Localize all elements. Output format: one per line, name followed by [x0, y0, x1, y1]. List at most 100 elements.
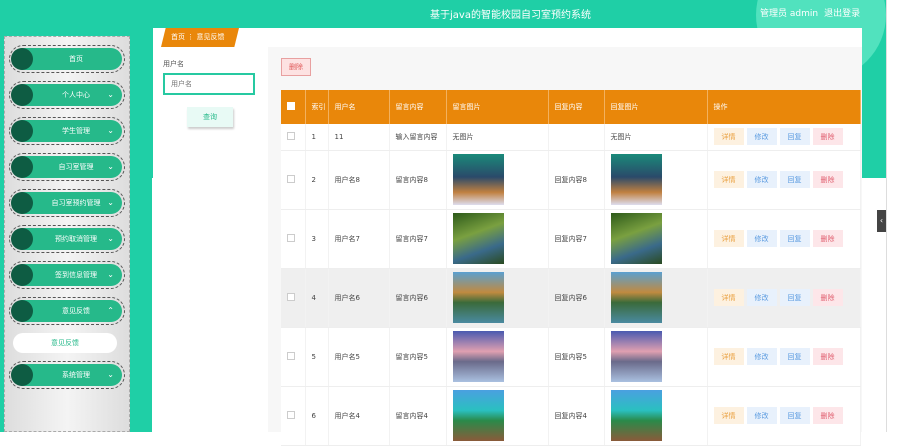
table-row: 4 用户名6 留言内容6 回复内容6 详情 修改 回复 删除: [281, 268, 861, 328]
feedback-image[interactable]: [452, 331, 504, 382]
reply-button[interactable]: 回复: [779, 407, 810, 424]
nav-pill: 意见反馈 ⌃: [11, 300, 122, 322]
col-username: 用户名: [328, 90, 390, 124]
feedback-image[interactable]: [452, 272, 504, 323]
nav-label: 意见反馈: [62, 307, 90, 315]
feedback-image[interactable]: [452, 390, 504, 441]
nav-label: 自习室预约管理: [51, 199, 101, 207]
feedback-image[interactable]: [610, 154, 662, 205]
reply-button[interactable]: 回复: [779, 348, 810, 365]
edit-button[interactable]: 修改: [746, 171, 777, 188]
batch-delete-button[interactable]: 删除: [281, 58, 311, 76]
sidebar-subitem-feedback[interactable]: 意见反馈: [13, 333, 117, 353]
reply-button[interactable]: 回复: [779, 128, 810, 146]
edit-button[interactable]: 修改: [746, 128, 777, 146]
cell-index: 3: [305, 209, 329, 269]
cell-username: 用户名6: [328, 268, 390, 328]
table-row: 2 用户名8 留言内容8 回复内容8 详情 修改 回复 删除: [281, 150, 861, 210]
feedback-image[interactable]: [610, 272, 662, 323]
app-title: 基于java的智能校园自习室预约系统: [430, 10, 591, 21]
nav-pill: 首页: [11, 48, 122, 70]
sidebar-item-0[interactable]: 首页: [9, 45, 125, 73]
cell-username: 用户名8: [328, 150, 390, 210]
breadcrumb-home[interactable]: 首页: [171, 33, 185, 41]
breadcrumb: 首页 ⋮ 意见反馈: [161, 28, 239, 47]
feedback-image[interactable]: [610, 390, 662, 441]
row-checkbox[interactable]: [287, 410, 295, 419]
delete-button[interactable]: 删除: [812, 348, 843, 365]
delete-button[interactable]: 删除: [812, 289, 843, 306]
delete-button[interactable]: 删除: [812, 171, 843, 188]
row-checkbox[interactable]: [287, 131, 295, 140]
cell-reply: 回复内容5: [548, 327, 605, 387]
cell-username: 用户名7: [328, 209, 390, 269]
detail-button[interactable]: 详情: [713, 230, 744, 247]
delete-button[interactable]: 删除: [812, 230, 843, 247]
edit-button[interactable]: 修改: [746, 289, 777, 306]
detail-button[interactable]: 详情: [713, 407, 744, 424]
nav-dot-icon: [11, 84, 33, 106]
row-checkbox[interactable]: [287, 351, 295, 360]
search-button[interactable]: 查询: [187, 107, 233, 127]
detail-button[interactable]: 详情: [713, 348, 744, 365]
window-edge: [886, 0, 906, 432]
row-checkbox[interactable]: [287, 174, 295, 183]
cell-actions: 详情 修改 回复 删除: [707, 327, 861, 387]
cell-actions: 详情 修改 回复 删除: [707, 150, 861, 210]
feedback-image[interactable]: [610, 213, 662, 264]
cell-index: 6: [305, 386, 329, 446]
nav-label: 个人中心: [62, 91, 90, 99]
table-row: 5 用户名5 留言内容5 回复内容5 详情 修改 回复 删除: [281, 327, 861, 387]
nav-label: 学生管理: [62, 127, 90, 135]
delete-button[interactable]: 删除: [812, 128, 843, 146]
cell-reply: 回复内容8: [548, 150, 605, 210]
cell-content: 留言内容7: [389, 209, 447, 269]
cell-content: 留言内容6: [389, 268, 447, 328]
cell-index: 4: [305, 268, 329, 328]
cell-actions: 详情 修改 回复 删除: [707, 268, 861, 328]
cell-index: 2: [305, 150, 329, 210]
feedback-image[interactable]: [452, 154, 504, 205]
sidebar-item-3[interactable]: 自习室管理 ⌄: [9, 153, 125, 181]
sidebar-item-2[interactable]: 学生管理 ⌄: [9, 117, 125, 145]
edit-button[interactable]: 修改: [746, 407, 777, 424]
reply-button[interactable]: 回复: [779, 171, 810, 188]
edit-button[interactable]: 修改: [746, 230, 777, 247]
nav-dot-icon: [11, 364, 33, 386]
logout-link[interactable]: 退出登录: [824, 9, 860, 19]
sidebar-item-system[interactable]: 系统管理 ⌄: [9, 361, 125, 389]
detail-button[interactable]: 详情: [713, 171, 744, 188]
sidebar-item-6[interactable]: 签到信息管理 ⌄: [9, 261, 125, 289]
detail-button[interactable]: 详情: [713, 128, 744, 146]
feedback-image[interactable]: [610, 331, 662, 382]
sidebar-item-7[interactable]: 意见反馈 ⌃: [9, 297, 125, 325]
row-checkbox[interactable]: [287, 233, 295, 242]
cell-reply: [548, 124, 605, 151]
breadcrumb-current: 意见反馈: [196, 33, 225, 41]
detail-button[interactable]: 详情: [713, 289, 744, 306]
nav-label: 签到信息管理: [55, 271, 97, 279]
delete-button[interactable]: 删除: [812, 407, 843, 424]
sidebar-item-4[interactable]: 自习室预约管理 ⌄: [9, 189, 125, 217]
collapse-handle[interactable]: ‹: [877, 210, 886, 232]
select-all-checkbox[interactable]: [287, 102, 295, 110]
row-checkbox[interactable]: [287, 292, 295, 301]
search-panel: 用户名 查询: [153, 47, 265, 432]
col-content: 留言内容: [389, 90, 447, 124]
nav-label: 首页: [69, 55, 83, 63]
cell-actions: 详情 修改 回复 删除: [707, 209, 861, 269]
feedback-table: 索引 用户名 留言内容 留言图片 回复内容 回复图片 操作 1 11 输入留言内…: [281, 90, 861, 446]
cell-reply: 回复内容4: [548, 386, 605, 446]
cell-index: 1: [305, 124, 329, 151]
col-reply: 回复内容: [548, 90, 605, 124]
username-input[interactable]: [163, 73, 255, 95]
reply-button[interactable]: 回复: [779, 289, 810, 306]
edit-button[interactable]: 修改: [746, 348, 777, 365]
nav-pill: 系统管理 ⌄: [11, 364, 122, 386]
reply-button[interactable]: 回复: [779, 230, 810, 247]
sidebar-item-1[interactable]: 个人中心 ⌄: [9, 81, 125, 109]
chevron-icon: ⌃: [107, 306, 114, 315]
feedback-image[interactable]: [452, 213, 504, 264]
nav-label: 预约取消管理: [55, 235, 97, 243]
sidebar-item-5[interactable]: 预约取消管理 ⌄: [9, 225, 125, 253]
